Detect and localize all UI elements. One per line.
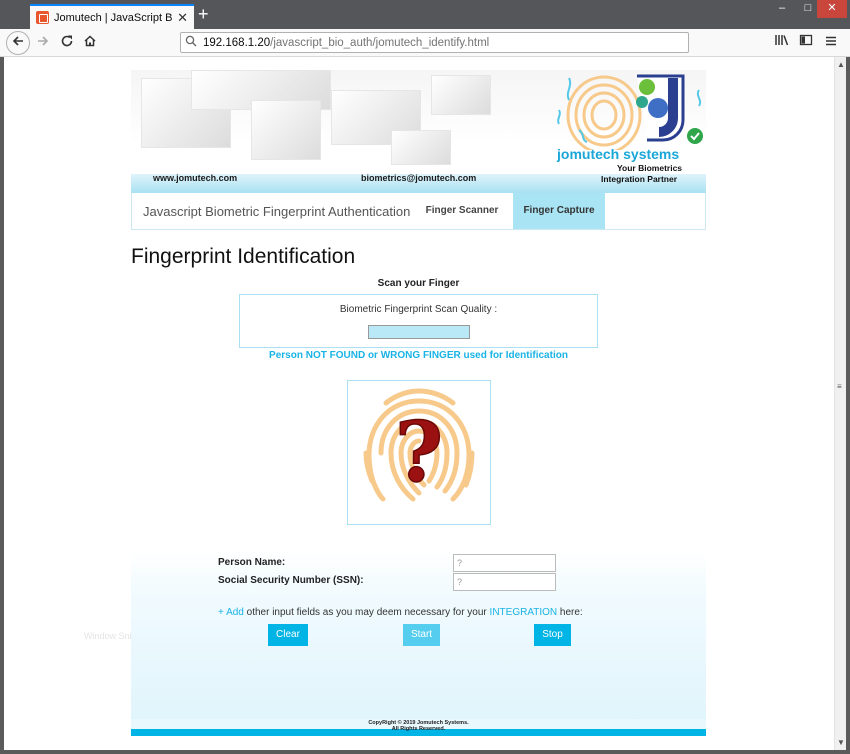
reload-icon[interactable] xyxy=(56,33,78,53)
ssn-field[interactable] xyxy=(453,573,556,591)
clear-button[interactable]: Clear xyxy=(268,624,308,646)
stop-button[interactable]: Stop xyxy=(534,624,571,646)
start-button[interactable]: Start xyxy=(403,624,440,646)
unknown-result-mark: ? xyxy=(395,405,443,501)
ghost-overlay-text: Window Snip xyxy=(84,631,137,641)
site-favicon-icon xyxy=(36,11,49,24)
person-name-field[interactable] xyxy=(453,554,556,572)
menu-icon[interactable] xyxy=(820,33,842,53)
identification-status: Person NOT FOUND or WRONG FINGER used fo… xyxy=(269,350,568,361)
library-icon[interactable] xyxy=(771,33,793,53)
ssn-label: Social Security Number (SSN): xyxy=(218,575,364,586)
logo-graphic-icon xyxy=(557,74,703,155)
sidebar-icon[interactable] xyxy=(795,33,817,53)
forward-icon[interactable] xyxy=(32,33,54,53)
integration-note: + Add other input fields as you may deem… xyxy=(218,607,583,618)
site-brand-link[interactable]: Javascript Biometric Fingerprint Authent… xyxy=(143,204,410,219)
nav-finger-scanner[interactable]: Finger Scanner xyxy=(422,193,502,229)
address-bar[interactable]: 192.168.1.20/javascript_bio_auth/jomutec… xyxy=(180,32,689,53)
add-fields-link[interactable]: + Add xyxy=(218,607,244,618)
integration-link[interactable]: INTEGRATION xyxy=(490,607,558,618)
scan-quality-panel: Biometric Fingerprint Scan Quality : xyxy=(239,294,598,348)
browser-tab[interactable]: Jomutech | JavaScript Biometric ✕ xyxy=(30,4,194,29)
scroll-grip-icon[interactable]: ≡ xyxy=(837,382,843,392)
footer-copyright: CopyRight © 2019 Jomutech Systems. All R… xyxy=(131,720,706,732)
header-banner: www.jomutech.com biometrics@jomutech.com xyxy=(131,70,706,193)
url-text: 192.168.1.20/javascript_bio_auth/jomutec… xyxy=(203,36,490,49)
fingerprint-image: ? xyxy=(347,380,491,525)
scan-quality-label: Biometric Fingerprint Scan Quality : xyxy=(339,304,498,315)
person-name-label: Person Name: xyxy=(218,557,286,568)
page-scrollbar[interactable]: ▲ ≡ ▼ xyxy=(834,57,846,750)
nav-finger-capture[interactable]: Finger Capture xyxy=(513,193,605,229)
tab-title: Jomutech | JavaScript Biometric xyxy=(54,11,173,24)
scan-instruction: Scan your Finger xyxy=(377,278,460,289)
banner-website: www.jomutech.com xyxy=(153,173,238,183)
site-navigation: Javascript Biometric Fingerprint Authent… xyxy=(131,193,706,230)
new-tab-button[interactable]: + xyxy=(198,4,209,24)
integration-note-text: other input fields as you may deem neces… xyxy=(243,607,490,618)
banner-email: biometrics@jomutech.com xyxy=(361,173,477,183)
search-icon xyxy=(185,35,197,50)
company-logo: jomutech systems Your Biometrics Integra… xyxy=(549,70,706,190)
page-title: Fingerprint Identification xyxy=(131,245,356,268)
logo-tagline-2: Integration Partner xyxy=(601,174,678,184)
window-minimize-button[interactable]: – xyxy=(769,0,795,18)
scroll-down-icon[interactable]: ▼ xyxy=(837,738,845,747)
home-icon[interactable] xyxy=(79,33,101,53)
window-close-button[interactable]: ✕ xyxy=(817,0,847,18)
logo-brand-name: jomutech systems xyxy=(557,146,680,162)
page-footer: CopyRight © 2019 Jomutech Systems. All R… xyxy=(131,719,706,736)
back-icon[interactable] xyxy=(6,31,30,55)
tab-close-icon[interactable]: ✕ xyxy=(177,10,188,26)
integration-note-end: here: xyxy=(557,607,583,618)
banner-decor-block xyxy=(391,130,451,165)
page-content: www.jomutech.com biometrics@jomutech.com xyxy=(131,57,706,750)
page-viewport: Window Snip www.jomutech.com biometrics@… xyxy=(4,57,834,750)
scan-quality-bar xyxy=(368,325,470,339)
scroll-up-icon[interactable]: ▲ xyxy=(837,60,845,69)
browser-toolbar: 192.168.1.20/javascript_bio_auth/jomutec… xyxy=(0,29,850,57)
banner-decor-block xyxy=(251,100,321,160)
scan-quality-fill xyxy=(369,326,469,338)
rights-text: All Rights Reserved. xyxy=(391,726,446,732)
logo-tagline-1: Your Biometrics xyxy=(617,163,683,173)
fingerprint-unknown-icon: ? xyxy=(363,388,475,502)
banner-decor-block xyxy=(431,75,491,115)
browser-titlebar: Jomutech | JavaScript Biometric ✕ + – □ … xyxy=(0,0,850,29)
